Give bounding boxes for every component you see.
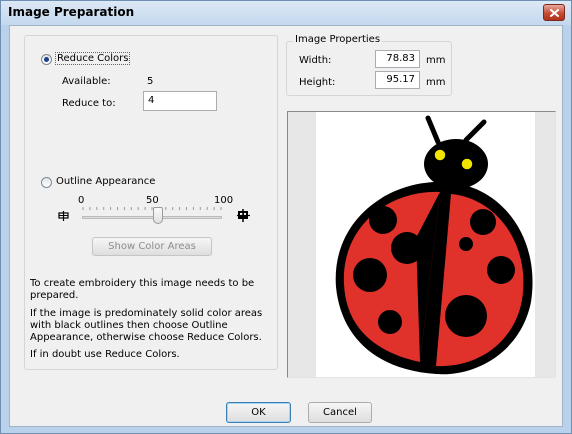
outline-slider-track[interactable] (82, 216, 222, 219)
outline-appearance-label[interactable]: Outline Appearance (56, 176, 155, 187)
width-field: 78.83 (375, 50, 420, 68)
ladybug-image (335, 115, 533, 375)
reduce-to-input[interactable]: 4 (143, 91, 217, 111)
dialog-client-area: Reduce Colors Available: 5 Reduce to: 4 … (9, 25, 563, 427)
help-text-doubt: If in doubt use Reduce Colors. (30, 349, 180, 360)
width-label: Width: (299, 55, 332, 66)
simple-outline-icon (58, 211, 69, 221)
height-value: 95.17 (386, 74, 415, 85)
options-group: Reduce Colors Available: 5 Reduce to: 4 … (24, 35, 278, 370)
outline-slider-thumb[interactable] (153, 207, 163, 224)
reduce-to-label: Reduce to: (62, 98, 116, 109)
help-text-prepare: To create embroidery this image needs to… (30, 278, 255, 301)
available-value: 5 (147, 76, 154, 87)
reduce-colors-label[interactable]: Reduce Colors (54, 52, 131, 65)
show-color-areas-button[interactable]: Show Color Areas (92, 237, 212, 256)
close-icon (550, 9, 559, 17)
available-label: Available: (62, 76, 111, 87)
help-text-choose: If the image is predominately solid colo… (30, 308, 263, 343)
cancel-button[interactable]: Cancel (308, 402, 372, 423)
height-label: Height: (299, 77, 336, 88)
dialog-window: Image Preparation Reduce Colors Availabl… (0, 0, 572, 434)
width-value: 78.83 (386, 53, 415, 64)
width-unit: mm (426, 55, 446, 66)
image-properties-title: Image Properties (293, 34, 383, 45)
reduce-to-value: 4 (148, 95, 155, 106)
height-unit: mm (426, 77, 446, 88)
detailed-outline-icon (237, 209, 250, 222)
height-field: 95.17 (375, 71, 420, 89)
ok-button[interactable]: OK (226, 402, 291, 423)
title-bar[interactable]: Image Preparation (1, 1, 571, 25)
slider-ticks (82, 203, 222, 210)
window-title: Image Preparation (8, 5, 135, 19)
image-preview (287, 111, 556, 378)
outline-appearance-radio[interactable] (41, 177, 52, 188)
reduce-colors-radio[interactable] (41, 54, 52, 65)
close-button[interactable] (543, 4, 565, 21)
